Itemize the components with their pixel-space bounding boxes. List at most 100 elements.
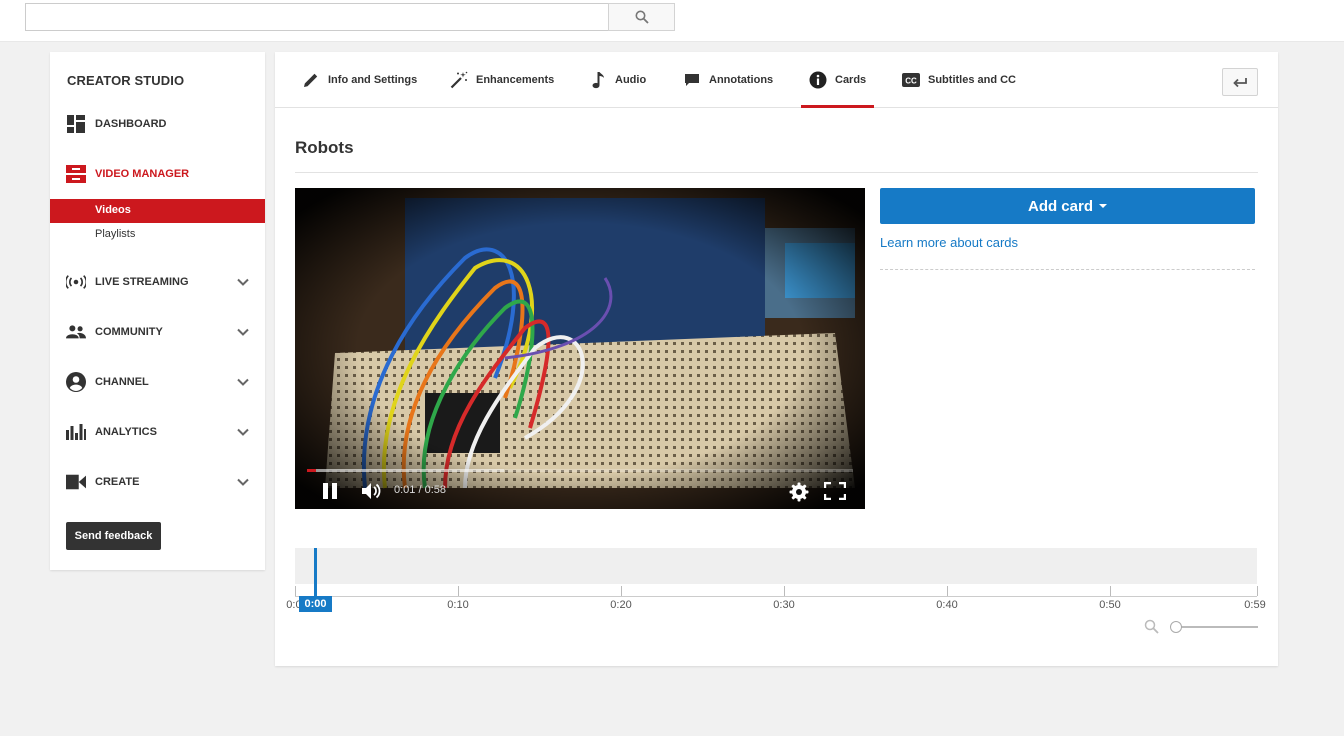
add-card-button[interactable]: Add card bbox=[880, 188, 1255, 224]
tab-label: Audio bbox=[615, 74, 647, 86]
editor-tabs: Info and Settings Enhancements Audio Ann… bbox=[275, 52, 1278, 108]
community-icon bbox=[66, 322, 86, 342]
send-feedback-button[interactable]: Send feedback bbox=[66, 522, 161, 550]
sidebar-item-label: ANALYTICS bbox=[95, 426, 157, 438]
video-played-bar bbox=[307, 469, 316, 472]
tab-label: Subtitles and CC bbox=[928, 74, 1017, 86]
tab-audio[interactable]: Audio bbox=[589, 52, 646, 108]
chevron-down-icon[interactable] bbox=[236, 275, 250, 289]
tab-label: Annotations bbox=[709, 74, 774, 86]
tab-enhancements[interactable]: Enhancements bbox=[450, 52, 554, 108]
playhead-time: 0:00 bbox=[299, 596, 332, 612]
timeline-tick-label: 0:10 bbox=[447, 599, 469, 611]
learn-more-link[interactable]: Learn more about cards bbox=[880, 235, 1018, 250]
chevron-down-icon[interactable] bbox=[236, 325, 250, 339]
chevron-down-icon[interactable] bbox=[236, 475, 250, 489]
timeline-tick bbox=[621, 586, 622, 596]
main-panel: Info and Settings Enhancements Audio Ann… bbox=[275, 52, 1278, 666]
sidebar-subitem-label: Videos bbox=[95, 204, 131, 216]
video-player[interactable]: 0:01 / 0:58 bbox=[295, 188, 865, 509]
zoom-slider-handle[interactable] bbox=[1170, 621, 1182, 633]
sidebar-item-label: COMMUNITY bbox=[95, 326, 163, 338]
timeline-tick-label: 0:20 bbox=[610, 599, 632, 611]
speech-bubble-icon bbox=[683, 71, 701, 89]
video-camera-icon bbox=[66, 472, 86, 492]
bar-chart-icon bbox=[66, 422, 86, 442]
svg-text:CC: CC bbox=[905, 77, 917, 86]
timeline-tick bbox=[295, 586, 296, 596]
settings-button[interactable] bbox=[789, 482, 809, 502]
timeline-tick bbox=[1257, 586, 1258, 596]
video-title: Robots bbox=[295, 138, 354, 157]
tab-cards[interactable]: Cards bbox=[800, 52, 875, 108]
sidebar-item-live-streaming[interactable]: LIVE STREAMING bbox=[50, 267, 265, 297]
video-frame bbox=[295, 188, 865, 509]
gear-icon bbox=[789, 482, 809, 502]
timeline-tick-label: 0:40 bbox=[936, 599, 958, 611]
add-card-label: Add card bbox=[1027, 197, 1093, 215]
divider bbox=[295, 172, 1258, 173]
caret-down-icon bbox=[1099, 204, 1107, 208]
sidebar-subitem-label: Playlists bbox=[95, 228, 136, 240]
sidebar-subitem-videos[interactable]: Videos bbox=[50, 199, 265, 223]
sidebar-item-analytics[interactable]: ANALYTICS bbox=[50, 417, 265, 447]
back-arrow-icon bbox=[1233, 78, 1247, 88]
sidebar-item-label: LIVE STREAMING bbox=[95, 276, 189, 288]
music-note-icon bbox=[589, 71, 607, 89]
cc-icon: CC bbox=[902, 71, 920, 89]
search-icon bbox=[635, 10, 649, 24]
timeline-tick-label: 0:59 bbox=[1244, 599, 1266, 611]
dashboard-icon bbox=[66, 114, 86, 134]
video-manager-icon bbox=[66, 164, 86, 184]
timeline-tick-label: 0:30 bbox=[773, 599, 795, 611]
sidebar-item-dashboard[interactable]: DASHBOARD bbox=[50, 109, 265, 139]
back-button[interactable] bbox=[1222, 68, 1258, 96]
video-buffered-bar bbox=[307, 469, 504, 472]
timeline-tick-label: 0:50 bbox=[1099, 599, 1121, 611]
sidebar: CREATOR STUDIO DASHBOARD VIDEO MANAGER V… bbox=[50, 52, 265, 570]
search-button[interactable] bbox=[608, 3, 675, 31]
fullscreen-icon bbox=[824, 482, 846, 500]
sidebar-item-label: CHANNEL bbox=[95, 376, 149, 388]
timeline-tick bbox=[784, 586, 785, 596]
sidebar-item-community[interactable]: COMMUNITY bbox=[50, 317, 265, 347]
sidebar-item-create[interactable]: CREATE bbox=[50, 467, 265, 497]
sidebar-item-channel[interactable]: CHANNEL bbox=[50, 367, 265, 397]
volume-button[interactable] bbox=[361, 482, 381, 500]
tab-subtitles-and-cc[interactable]: CC Subtitles and CC bbox=[902, 52, 1016, 108]
tab-label: Cards bbox=[835, 74, 867, 86]
account-circle-icon bbox=[66, 372, 86, 392]
pause-icon bbox=[323, 483, 337, 499]
sidebar-item-label: VIDEO MANAGER bbox=[95, 168, 190, 180]
timeline-axis bbox=[295, 596, 1257, 597]
sidebar-item-label: CREATE bbox=[95, 476, 140, 488]
video-time: 0:01 / 0:58 bbox=[394, 484, 446, 496]
sidebar-subitem-playlists[interactable]: Playlists bbox=[50, 223, 265, 247]
timeline-playhead[interactable] bbox=[314, 548, 317, 596]
sidebar-item-label: DASHBOARD bbox=[95, 118, 167, 130]
zoom-slider-track[interactable] bbox=[1175, 626, 1258, 628]
tab-info-and-settings[interactable]: Info and Settings bbox=[302, 52, 417, 108]
timeline-tick bbox=[1110, 586, 1111, 596]
top-bar bbox=[0, 0, 1344, 42]
pencil-icon bbox=[302, 71, 320, 89]
timeline-tick bbox=[947, 586, 948, 596]
chevron-down-icon[interactable] bbox=[236, 375, 250, 389]
chevron-down-icon[interactable] bbox=[236, 425, 250, 439]
tab-label: Info and Settings bbox=[328, 74, 418, 86]
video-progress-bar[interactable] bbox=[307, 469, 853, 472]
magic-wand-icon bbox=[450, 71, 468, 89]
tab-annotations[interactable]: Annotations bbox=[683, 52, 773, 108]
live-streaming-icon bbox=[66, 272, 86, 292]
divider bbox=[880, 269, 1255, 270]
search-icon bbox=[1144, 619, 1159, 634]
fullscreen-button[interactable] bbox=[824, 482, 846, 500]
info-circle-icon bbox=[809, 71, 827, 89]
search-input[interactable] bbox=[25, 3, 609, 31]
cards-timeline[interactable] bbox=[295, 548, 1257, 584]
volume-icon bbox=[362, 483, 381, 499]
pause-button[interactable] bbox=[321, 482, 339, 500]
sidebar-item-video-manager[interactable]: VIDEO MANAGER bbox=[50, 159, 265, 189]
tab-label: Enhancements bbox=[476, 74, 555, 86]
timeline-tick bbox=[458, 586, 459, 596]
